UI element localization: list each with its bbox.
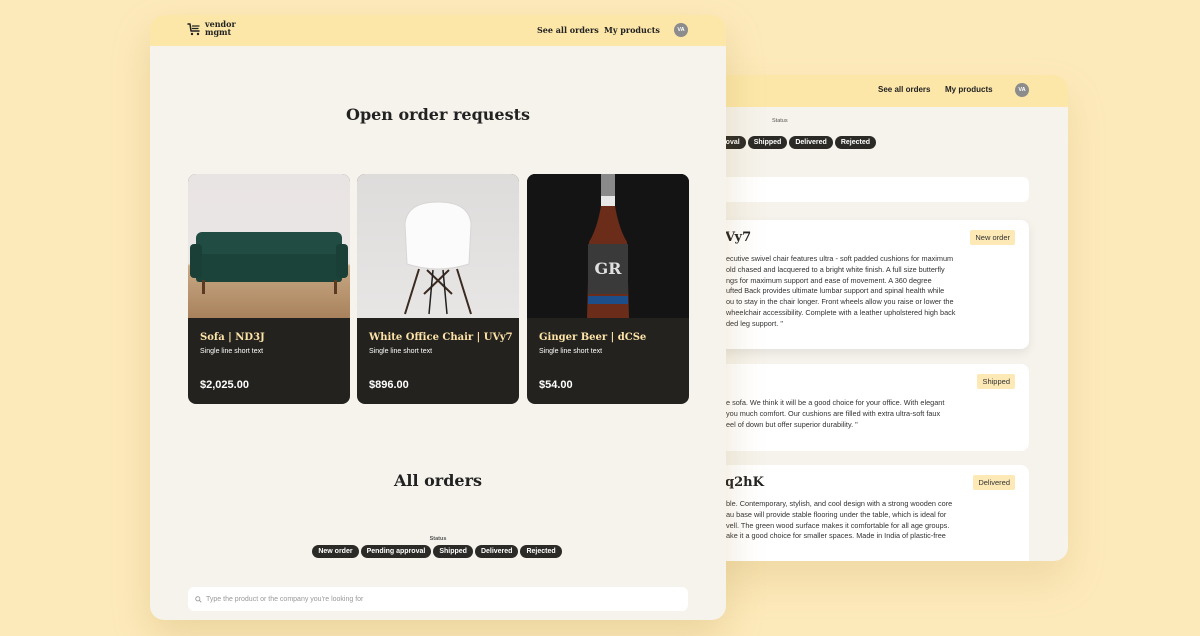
filter-pending-approval[interactable]: Pending approval — [360, 545, 432, 558]
filter-new-order[interactable]: New order — [312, 545, 359, 558]
back-header: See all orders My products VA — [700, 75, 1068, 107]
desc-line: ou to stay in the chair longer. Front wh… — [726, 297, 954, 307]
desc-line: ufted Back provides ultimate lumbar supp… — [726, 286, 945, 296]
desc-line: e sofa. We think it will be a good choic… — [726, 398, 945, 407]
open-orders-title: Open order requests — [346, 105, 530, 124]
logo[interactable]: vendor mgmt — [187, 20, 236, 37]
desc-line: ake it a good choice for smaller spaces.… — [726, 531, 946, 541]
logo-text: vendor mgmt — [205, 20, 236, 37]
product-card[interactable]: Sofa | ND3J Single line short text $2,02… — [188, 174, 350, 404]
order-title: q2hK — [725, 475, 764, 490]
desc-line: wheelchair accessibility. Complete with … — [726, 307, 956, 317]
status-label: Status — [429, 536, 447, 542]
sofa-image — [188, 174, 350, 318]
filter-delivered[interactable]: Delivered — [474, 545, 519, 558]
product-description: Single line short text — [200, 348, 264, 355]
product-name: White Office Chair | UVy7 — [369, 332, 513, 343]
order-card[interactable]: Vy7 New order ecutive swivel chair featu… — [720, 220, 1029, 349]
status-filter-group: ng approval Shipped Delivered Rejected — [700, 136, 878, 149]
svg-text:GR: GR — [595, 259, 623, 278]
filter-rejected[interactable]: Rejected — [520, 545, 562, 558]
logo-line: mgmt — [205, 26, 232, 37]
filter-shipped[interactable]: Shipped — [747, 136, 788, 149]
avatar[interactable]: VA — [1015, 83, 1029, 97]
front-window: vendor mgmt See all orders My products V… — [150, 15, 726, 620]
nav-my-products[interactable]: My products — [945, 85, 993, 94]
desc-line: ecutive swivel chair features ultra - so… — [726, 254, 954, 263]
status-badge: Delivered — [973, 475, 1015, 490]
nav-see-all-orders[interactable]: See all orders — [537, 25, 599, 35]
status-badge: Shipped — [977, 374, 1015, 389]
cart-icon — [187, 22, 200, 35]
status-label: Status — [772, 118, 788, 124]
product-card[interactable]: White Office Chair | UVy7 Single line sh… — [357, 174, 519, 404]
avatar[interactable]: VA — [674, 23, 688, 37]
desc-line: eel of down but offer superior durabilit… — [726, 419, 858, 429]
product-card[interactable]: GR Ginger Beer | dCSe Single line short … — [527, 174, 689, 404]
filter-shipped[interactable]: Shipped — [433, 545, 473, 558]
product-price: $2,025.00 — [200, 379, 249, 391]
status-filter-group: New order Pending approval Shipped Deliv… — [150, 545, 726, 558]
status-badge: New order — [970, 230, 1015, 245]
chair-shape — [404, 201, 472, 315]
order-title: Vy7 — [725, 230, 752, 245]
search-icon — [195, 595, 202, 603]
chair-image — [357, 174, 519, 318]
bottle-image: GR — [527, 174, 689, 318]
order-card[interactable]: Shipped e sofa. We think it will be a go… — [720, 364, 1029, 451]
filter-rejected[interactable]: Rejected — [834, 136, 877, 149]
order-card[interactable]: q2hK Delivered ble. Contemporary, stylis… — [720, 465, 1029, 561]
all-orders-title: All orders — [393, 471, 483, 490]
product-description: Single line short text — [369, 348, 433, 355]
front-header: vendor mgmt See all orders My products V… — [150, 15, 726, 46]
product-description: Single line short text — [539, 348, 603, 355]
bottle-shape: GR — [587, 174, 629, 318]
search-input[interactable]: Type the product or the company you're l… — [188, 587, 688, 611]
product-name: Ginger Beer | dCSe — [539, 332, 647, 343]
nav-see-all-orders[interactable]: See all orders — [878, 85, 930, 94]
desc-line: ded leg support. " — [726, 318, 783, 328]
product-price: $896.00 — [369, 379, 409, 391]
desc-line: ble. Contemporary, stylish, and cool des… — [726, 499, 953, 508]
order-description: e sofa. We think it will be a good choic… — [726, 398, 991, 430]
desc-line: vell. The green wood surface makes it co… — [726, 520, 950, 530]
desc-line: au base will provide stable flooring und… — [726, 509, 947, 519]
desc-line: old chased and lacquered to a bright whi… — [726, 264, 945, 274]
order-description: ecutive swivel chair features ultra - so… — [726, 254, 991, 330]
filter-delivered[interactable]: Delivered — [789, 136, 833, 149]
desc-line: ngs for maximum support and ease of move… — [726, 275, 932, 285]
desc-line: you much comfort. Our cushions are fille… — [726, 408, 941, 418]
search-input[interactable] — [720, 177, 1029, 202]
nav-my-products[interactable]: My products — [604, 25, 660, 35]
product-name: Sofa | ND3J — [200, 332, 265, 343]
back-window: See all orders My products VA Status ng … — [700, 75, 1068, 561]
status-label-row: Status — [150, 527, 726, 545]
product-price: $54.00 — [539, 379, 573, 391]
order-description: ble. Contemporary, stylish, and cool des… — [726, 499, 991, 542]
search-placeholder: Type the product or the company you're l… — [206, 595, 364, 603]
